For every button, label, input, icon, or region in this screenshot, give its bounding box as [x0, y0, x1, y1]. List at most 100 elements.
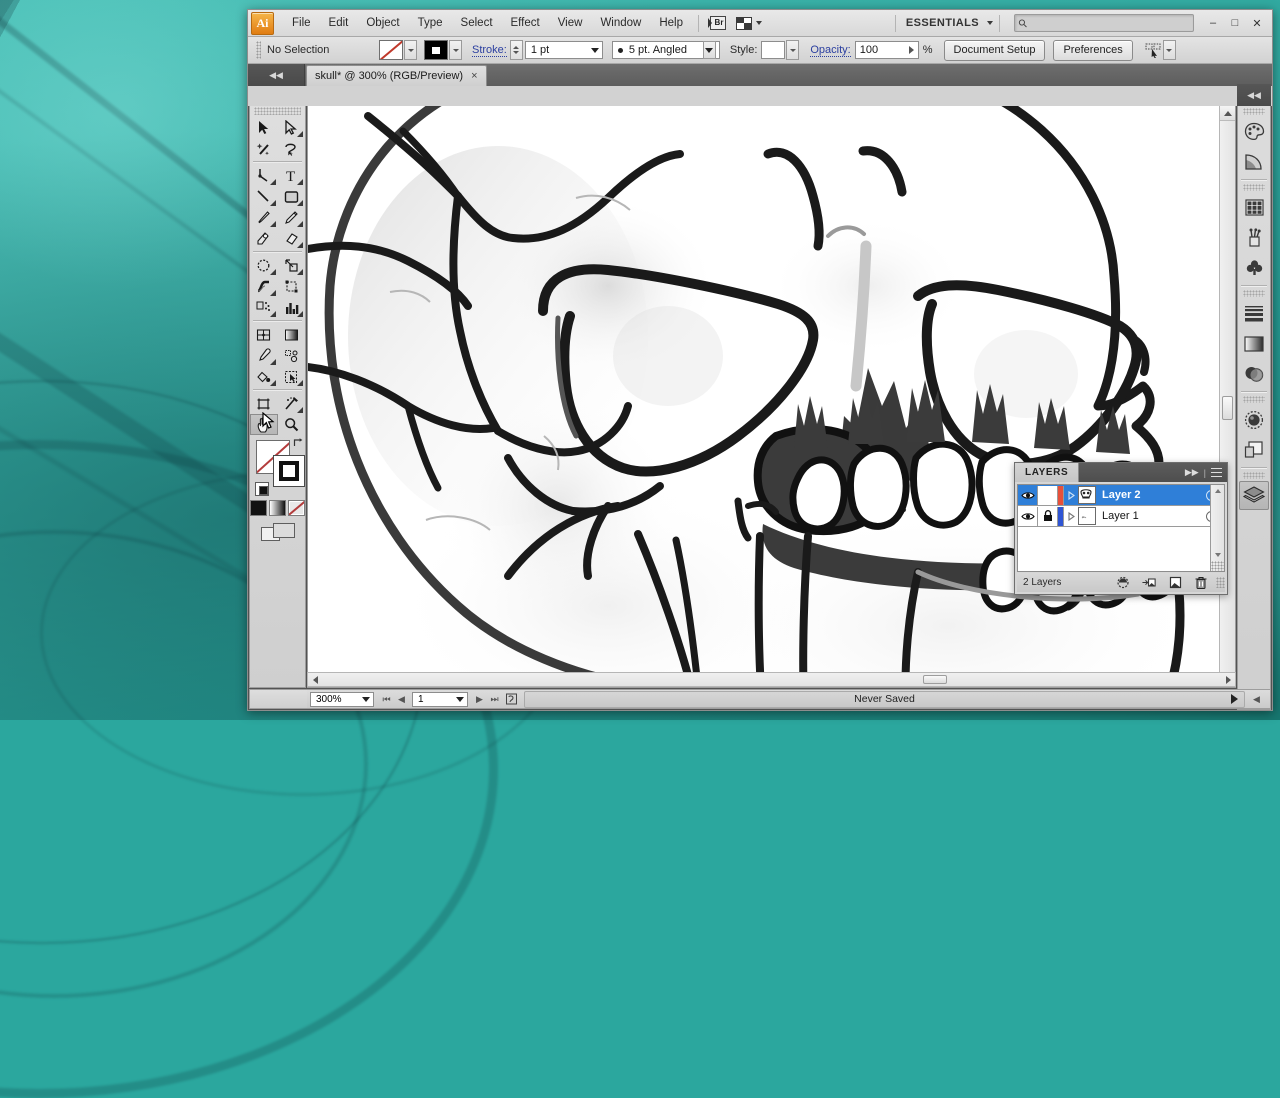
document-setup-button[interactable]: Document Setup	[944, 40, 1046, 61]
live-paint-selection-tool[interactable]	[278, 366, 306, 387]
menu-edit[interactable]: Edit	[320, 13, 358, 33]
transparency-panel-icon[interactable]	[1239, 359, 1269, 388]
search-input[interactable]	[1030, 17, 1184, 30]
close-icon[interactable]: ×	[471, 70, 477, 82]
opacity-slider-icon[interactable]	[909, 46, 914, 54]
none-mode-button[interactable]	[288, 500, 305, 516]
color-panel-icon[interactable]	[1239, 117, 1269, 146]
menu-type[interactable]: Type	[409, 13, 452, 33]
workspace-label[interactable]: ESSENTIALS	[902, 17, 983, 29]
scroll-left-button[interactable]	[308, 673, 322, 686]
zoom-level-field[interactable]: 300%	[310, 692, 374, 707]
brush-definition-field[interactable]: 5 pt. Angled	[612, 41, 720, 59]
style-dropdown-button[interactable]	[786, 40, 799, 60]
lasso-tool[interactable]	[278, 138, 306, 159]
panel-menu-icon[interactable]	[1211, 468, 1222, 477]
layers-panel[interactable]: LAYERS ▶▶ |	[1014, 462, 1228, 595]
symbols-panel-icon[interactable]	[1239, 253, 1269, 282]
artboard[interactable]	[308, 106, 1235, 687]
paintbrush-tool[interactable]	[250, 207, 278, 228]
fill-dropdown-button[interactable]	[404, 40, 417, 60]
layer-lock-toggle[interactable]	[1038, 486, 1058, 505]
status-collapse-icon[interactable]: ◀	[1249, 692, 1264, 707]
scroll-right-button[interactable]	[1221, 673, 1235, 686]
go-to-bridge-button[interactable]: Br	[706, 14, 730, 32]
create-new-layer-button[interactable]	[1168, 576, 1182, 590]
column-graph-tool[interactable]	[278, 297, 306, 318]
color-mode-button[interactable]	[250, 500, 267, 516]
blob-brush-tool[interactable]	[250, 228, 278, 249]
layer-visibility-toggle[interactable]	[1018, 507, 1038, 526]
illustrator-logo-icon[interactable]: Ai	[251, 12, 274, 35]
rotate-tool[interactable]	[250, 255, 278, 276]
stroke-weight-field[interactable]: 1 pt	[525, 41, 603, 59]
fill-control[interactable]	[379, 40, 417, 60]
graphic-style-swatch[interactable]	[761, 41, 785, 59]
menu-view[interactable]: View	[549, 13, 592, 33]
previous-page-icon[interactable]: ◀	[394, 692, 409, 707]
layer-expand-triangle[interactable]	[1064, 512, 1078, 521]
direct-selection-tool[interactable]	[278, 117, 306, 138]
stroke-label[interactable]: Stroke:	[472, 44, 507, 57]
stroke-weight-stepper[interactable]	[510, 40, 523, 60]
opacity-label[interactable]: Opacity:	[810, 44, 850, 57]
create-new-sublayer-button[interactable]	[1142, 576, 1156, 590]
status-bar-message[interactable]: Never Saved	[524, 691, 1245, 708]
layer-name[interactable]: Layer 2	[1102, 489, 1206, 501]
menu-help[interactable]: Help	[650, 13, 692, 33]
stroke-swatch[interactable]	[424, 40, 448, 60]
layer-name[interactable]: Layer 1	[1102, 510, 1206, 522]
artboard-tool[interactable]	[250, 393, 278, 414]
gradient-mode-button[interactable]	[269, 500, 286, 516]
layer-lock-toggle[interactable]	[1038, 507, 1058, 526]
menu-window[interactable]: Window	[591, 13, 650, 33]
dock-grip[interactable]	[1243, 472, 1265, 479]
swatches-panel-icon[interactable]	[1239, 193, 1269, 222]
menu-file[interactable]: File	[283, 13, 320, 33]
artboard-navigation-icon[interactable]	[502, 692, 520, 707]
collapse-panel-icon[interactable]: ◀◀	[248, 64, 305, 86]
control-bar-grip[interactable]	[256, 41, 261, 59]
menu-object[interactable]: Object	[357, 13, 408, 33]
graphic-styles-panel-icon[interactable]	[1239, 435, 1269, 464]
layers-scrollbar[interactable]	[1210, 485, 1224, 571]
first-page-icon[interactable]: ⏮	[379, 692, 394, 707]
gradient-panel-icon[interactable]	[1239, 329, 1269, 358]
last-page-icon[interactable]: ⏭	[487, 692, 502, 707]
zoom-tool[interactable]	[278, 414, 306, 435]
stroke-color-swatch[interactable]	[273, 455, 305, 487]
minimize-button[interactable]: –	[1202, 14, 1224, 32]
layers-list[interactable]: Layer 2	[1017, 484, 1225, 572]
free-transform-tool[interactable]	[278, 276, 306, 297]
dock-grip[interactable]	[1243, 396, 1265, 403]
layers-panel-tab[interactable]: LAYERS	[1015, 463, 1079, 482]
dock-grip[interactable]	[1243, 108, 1265, 115]
tools-panel-grip[interactable]	[254, 107, 301, 115]
chevron-down-icon[interactable]	[987, 21, 993, 25]
layer-expand-triangle[interactable]	[1064, 491, 1078, 500]
default-fill-stroke-icon[interactable]	[255, 482, 269, 496]
color-guide-panel-icon[interactable]	[1239, 147, 1269, 176]
layers-panel-resize-grip[interactable]	[1216, 577, 1225, 588]
layer-visibility-toggle[interactable]	[1018, 486, 1038, 505]
selection-tool[interactable]	[250, 117, 278, 138]
dock-grip[interactable]	[1243, 290, 1265, 297]
layers-resize-grip[interactable]	[1211, 561, 1224, 571]
mesh-tool[interactable]	[250, 324, 278, 345]
stroke-panel-icon[interactable]	[1239, 299, 1269, 328]
make-clipping-mask-button[interactable]	[1116, 576, 1130, 590]
scale-tool[interactable]	[278, 255, 306, 276]
pencil-tool[interactable]	[278, 207, 306, 228]
menu-effect[interactable]: Effect	[502, 13, 549, 33]
appearance-panel-icon[interactable]	[1239, 405, 1269, 434]
line-segment-tool[interactable]	[250, 186, 278, 207]
vertical-scroll-thumb[interactable]	[1222, 396, 1233, 420]
magic-wand-tool[interactable]	[250, 138, 278, 159]
document-tab[interactable]: skull* @ 300% (RGB/Preview) ×	[306, 65, 487, 86]
select-similar-control[interactable]	[1145, 40, 1176, 60]
maximize-button[interactable]: □	[1224, 14, 1246, 32]
collapse-to-icons-icon[interactable]: ▶▶	[1185, 467, 1199, 478]
stroke-dropdown-button[interactable]	[449, 40, 462, 60]
horizontal-scroll-thumb[interactable]	[923, 675, 947, 684]
gradient-tool[interactable]	[278, 324, 306, 345]
